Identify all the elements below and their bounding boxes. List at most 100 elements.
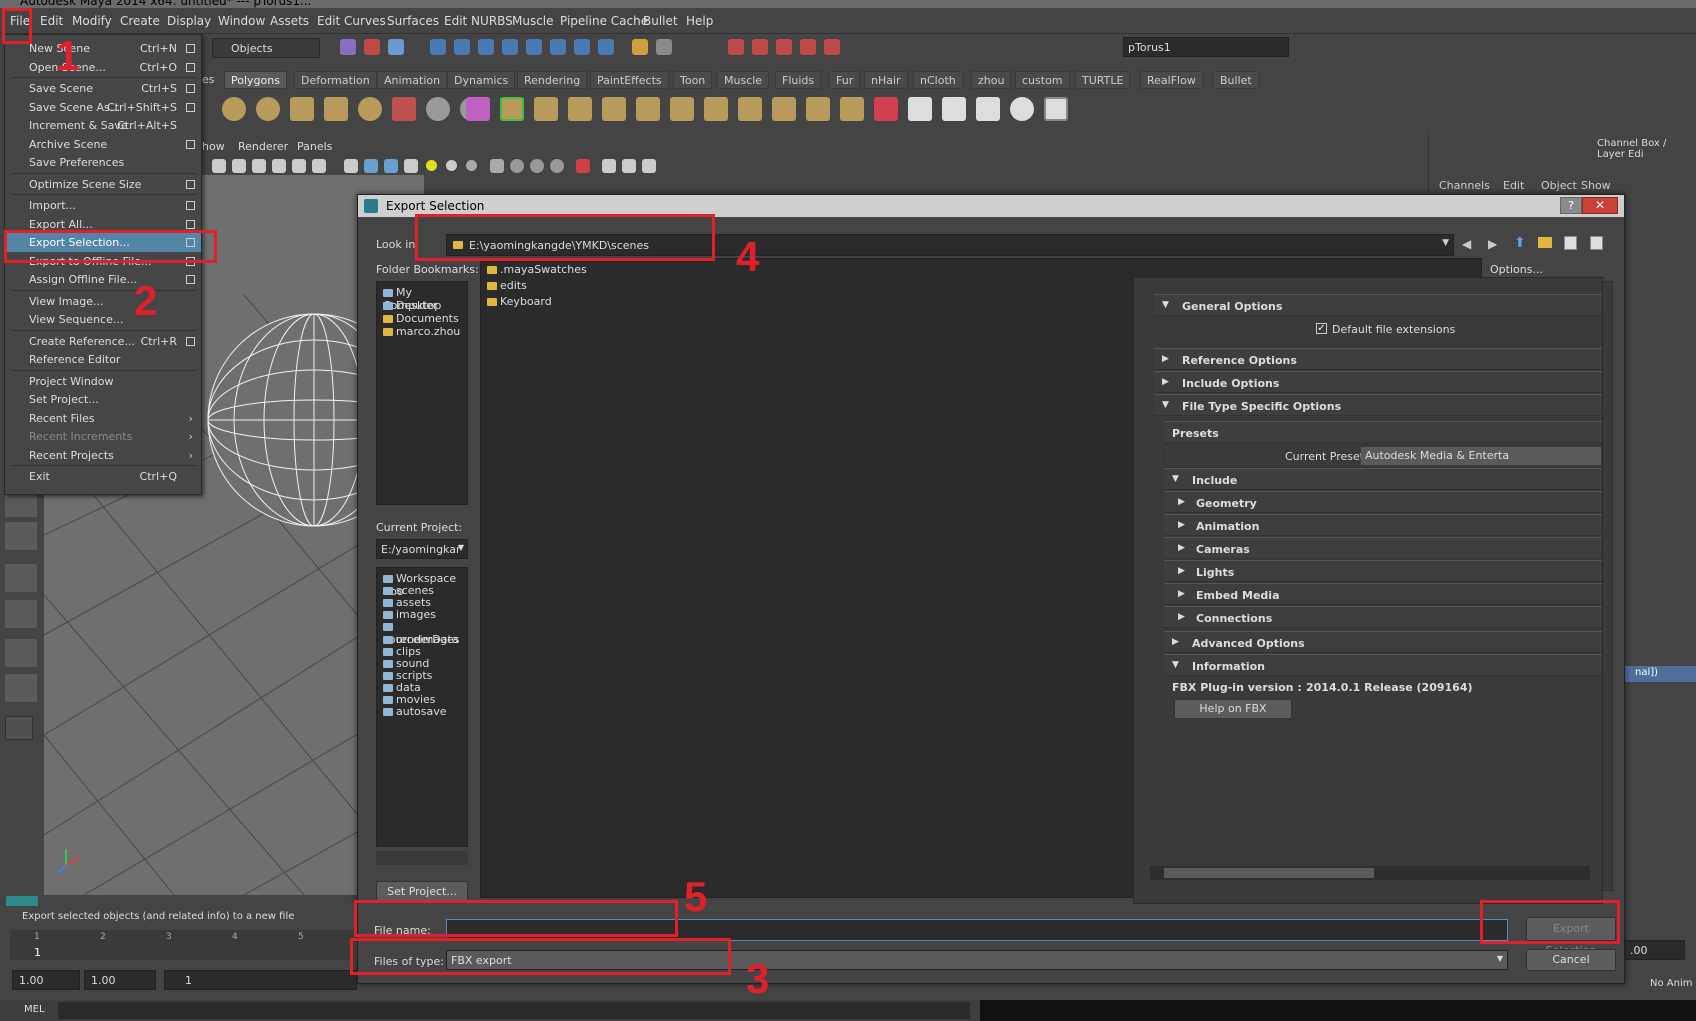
end-time-field[interactable]: .00 [1625,940,1685,960]
poly-sphere-icon[interactable] [358,97,382,121]
menu-create[interactable]: Create [120,14,160,28]
project-folder-item[interactable]: assets [383,596,431,609]
file-menu-item-reference-editor[interactable]: Reference Editor [5,350,201,369]
project-folder-list[interactable]: Workspace Roo scenes assets images sourceima… [376,567,468,847]
shelf-tab-deformation[interactable]: Deformation [294,71,377,89]
presets-header[interactable]: Presets [1164,421,1602,443]
layout-hypershade-icon[interactable] [5,639,37,667]
shadows-icon[interactable] [490,159,504,173]
include-header[interactable]: ▼ Include [1164,468,1602,490]
poly-ring-icon[interactable] [256,97,280,121]
poly-cone-icon[interactable] [290,97,314,121]
option-box-icon[interactable] [186,62,195,72]
layout-script-icon[interactable] [5,674,37,702]
film-gate-icon[interactable] [232,159,246,173]
all-lights-icon[interactable] [446,160,457,171]
channel-menu-edit[interactable]: Edit [1503,179,1524,192]
menu-pipeline-cache[interactable]: Pipeline Cache [560,14,648,28]
include-options-header[interactable]: ▶ Include Options [1154,371,1602,393]
menu-edit[interactable]: Edit [40,14,63,28]
option-box-icon[interactable] [186,179,195,189]
include-animation-header[interactable]: ▶ Animation [1164,514,1602,536]
bookmark-user[interactable]: marco.zhou [383,325,460,338]
select-object-icon[interactable] [364,39,380,55]
start-time-field[interactable]: 1.00 [12,970,80,990]
project-scrollbar[interactable] [376,851,468,865]
selection-mode-dropdown[interactable]: Objects [212,38,320,58]
shelf-tab-toon[interactable]: Toon [673,71,713,89]
file-menu-item-archive-scene[interactable]: Archive Scene [5,135,201,154]
bookmark-documents[interactable]: Documents [383,312,459,325]
shelf-tab-zhou[interactable]: zhou [971,71,1012,89]
file-menu-item-assign-offline-file[interactable]: Assign Offline File... [5,270,201,289]
file-menu-item-view-image[interactable]: View Image... [5,292,201,311]
hypershade-icon[interactable] [800,39,816,55]
option-box-icon[interactable] [186,102,195,112]
shelf-tab-custom[interactable]: custom [1015,71,1070,89]
include-geometry-header[interactable]: ▶ Geometry [1164,491,1602,513]
shelf-tab-painteffects[interactable]: PaintEffects [590,71,669,89]
channel-menu-object[interactable]: Object [1541,179,1577,192]
channel-menu-show[interactable]: Show [1581,179,1611,192]
menu-edit-nurbs[interactable]: Edit NURBS [444,14,513,28]
cancel-button[interactable]: Cancel [1526,949,1616,971]
anti-alias-icon[interactable] [550,159,564,173]
shelf-tab-bullet[interactable]: Bullet [1213,71,1259,89]
current-project-dropdown[interactable]: E:/yaomingkar ▼ [376,539,468,559]
file-menu-item-open-scene[interactable]: Open Scene... Ctrl+O [5,58,201,77]
file-type-specific-header[interactable]: ▼ File Type Specific Options [1154,394,1602,416]
range-slider[interactable]: 1 [164,970,357,990]
poly-plane-icon[interactable] [670,97,694,121]
poly-bevel-icon[interactable] [534,97,558,121]
snap-grid-icon[interactable] [430,39,446,55]
menu-window[interactable]: Window [218,14,265,28]
shelf-tab-rendering[interactable]: Rendering [517,71,588,89]
uv-auto-icon[interactable] [1044,97,1068,121]
options-hscrollbar[interactable] [1150,866,1590,880]
dialog-help-button[interactable]: ? [1560,197,1582,214]
file-menu-item-recent-files[interactable]: Recent Files › [5,409,201,428]
poly-torus-icon[interactable] [222,97,246,121]
include-lights-header[interactable]: ▶ Lights [1164,560,1602,582]
uv-spherical-icon[interactable] [1010,97,1034,121]
option-box-icon[interactable] [186,44,195,53]
file-menu-item-import[interactable]: Import... [5,196,201,215]
snap-surface-icon[interactable] [526,39,542,55]
file-menu-item-recent-increments[interactable]: Recent Increments › [5,427,201,446]
poly-cylinder-icon[interactable] [324,97,348,121]
snap-point-icon[interactable] [478,39,494,55]
bookmarks-list[interactable]: My Computer Desktop Documents marco.zhou [376,281,468,505]
mel-label[interactable]: MEL [24,1004,45,1015]
xray-joints-icon[interactable] [622,159,636,173]
option-box-icon[interactable] [186,84,195,93]
option-box-icon[interactable] [186,275,195,284]
shelf-tab-nhair[interactable]: nHair [864,71,908,89]
textured-icon[interactable] [404,159,418,173]
render-settings-icon[interactable] [776,39,792,55]
field-chart-icon[interactable] [292,159,306,173]
shelf-tab-fluids[interactable]: Fluids [775,71,822,89]
up-folder-icon[interactable]: ⬆ [1514,235,1526,251]
panel-menu-renderer[interactable]: Renderer [238,140,288,153]
select-component-icon[interactable] [388,39,404,55]
time-slider[interactable]: 1 2 3 4 5 1 [10,930,357,960]
file-item[interactable]: edits [487,279,527,292]
project-folder-item[interactable]: autosave [383,705,447,718]
option-box-icon[interactable] [186,219,195,229]
project-folder-item[interactable]: scripts [383,669,432,682]
shelf-tab-muscle[interactable]: Muscle [717,71,770,89]
bookmark-desktop[interactable]: Desktop [383,299,441,312]
shelf-tab-animation[interactable]: Animation [377,71,448,89]
uv-cylindrical-icon[interactable] [976,97,1000,121]
project-folder-item[interactable]: clips [383,645,421,658]
layout-outliner-icon[interactable] [5,564,37,592]
ambient-occlusion-icon[interactable] [510,159,524,173]
menu-surfaces[interactable]: Surfaces [387,14,439,28]
poly-soccer-icon[interactable] [426,97,450,121]
project-folder-item[interactable]: movies [383,693,436,706]
reference-options-header[interactable]: ▶ Reference Options [1154,348,1602,370]
options-scroll-thumb[interactable] [1164,868,1374,878]
project-folder-item[interactable]: scenes [383,584,434,597]
list-view-icon[interactable] [1564,236,1577,250]
shelf-tab-polygons[interactable]: Polygons [224,71,287,89]
